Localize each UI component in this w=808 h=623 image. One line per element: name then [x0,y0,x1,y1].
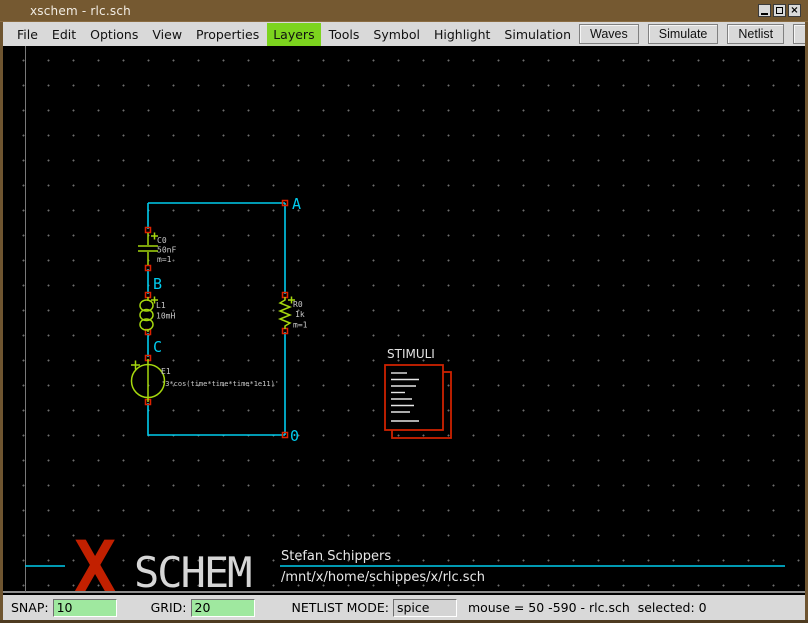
menu-tools[interactable]: Tools [323,23,366,46]
close-icon: × [790,6,798,16]
stimuli-doc-front [385,365,443,430]
component-mult: m=1 [293,321,308,330]
waves-button[interactable]: Waves [579,24,639,44]
close-button[interactable]: × [788,4,801,17]
terminal [283,329,288,334]
menu-properties[interactable]: Properties [190,23,265,46]
capacitor-C0[interactable]: C0 50nF m=1 [138,233,176,266]
window-controls: × [758,4,801,17]
grid-input[interactable] [191,599,255,617]
menu-highlight[interactable]: Highlight [428,23,496,46]
menu-layers[interactable]: Layers [267,23,320,46]
menu-simulation[interactable]: Simulation [498,23,577,46]
component-value: 10mH [156,312,175,321]
node-label-C[interactable]: C [153,338,162,356]
snap-label: SNAP: [11,600,49,615]
wire[interactable] [148,403,285,435]
grid-label: GRID: [151,600,187,615]
component-value: '3*cos(time*time*time*1e11)' [161,380,279,388]
file-path-text[interactable]: /mnt/x/home/schippes/x/rlc.sch [281,570,485,585]
window-title: xschem - rlc.sch [30,4,131,18]
netlist-mode-input[interactable] [393,599,457,617]
stimuli-label: STIMULI [387,347,435,361]
component-ref: E1 [161,367,171,376]
resistor-R0[interactable]: R0 1k m=1 [280,297,308,330]
xschem-logo[interactable]: X SCHEM [74,526,251,593]
component-mult: m=1 [157,255,172,264]
component-ref: C0 [157,236,167,245]
component-ref: R0 [293,300,303,309]
author-text[interactable]: Stefan Schippers [281,549,391,564]
title-bar[interactable]: xschem - rlc.sch × [0,0,808,22]
minimize-button[interactable] [758,4,771,17]
source-E1[interactable]: E1 '3*cos(time*time*time*1e11)' [131,359,279,402]
mouse-status-text: mouse = 50 -590 - rlc.sch selected: 0 [468,600,707,615]
schematic-canvas[interactable]: C0 50nF m=1 L1 10mH E1 [3,46,805,593]
node-label-B[interactable]: B [153,275,162,293]
component-ref: L1 [156,301,166,310]
schematic-drawing: C0 50nF m=1 L1 10mH E1 [3,46,805,593]
logo-schem: SCHEM [134,548,251,593]
node-label-0[interactable]: 0 [290,427,299,445]
menu-symbol[interactable]: Symbol [367,23,426,46]
menu-file[interactable]: File [11,23,44,46]
maximize-icon [776,7,783,14]
logo-x: X [74,526,116,593]
stimuli-block[interactable]: STIMULI [385,347,451,438]
inductor-L1[interactable]: L1 10mH [140,297,175,333]
netlist-mode-label: NETLIST MODE: [292,600,389,615]
snap-input[interactable] [53,599,117,617]
menu-action-buttons: Waves Simulate Netlist Help [579,24,808,44]
simulate-button[interactable]: Simulate [648,24,719,44]
terminal [146,266,151,271]
menu-options[interactable]: Options [84,23,144,46]
terminal [146,228,151,233]
menu-view[interactable]: View [146,23,188,46]
node-label-A[interactable]: A [292,195,301,213]
terminal [283,293,288,298]
window-border-left [0,22,3,623]
status-bar: SNAP: GRID: NETLIST MODE: mouse = 50 -59… [3,595,805,620]
capacitor-symbol [138,233,158,266]
minimize-icon [761,13,768,15]
terminal [146,293,151,298]
menu-bar: File Edit Options View Properties Layers… [3,22,805,46]
component-value: 1k [295,310,305,319]
source-symbol [131,359,165,402]
menu-edit[interactable]: Edit [46,23,82,46]
netlist-button[interactable]: Netlist [727,24,784,44]
component-value: 50nF [157,246,176,255]
maximize-button[interactable] [773,4,786,17]
